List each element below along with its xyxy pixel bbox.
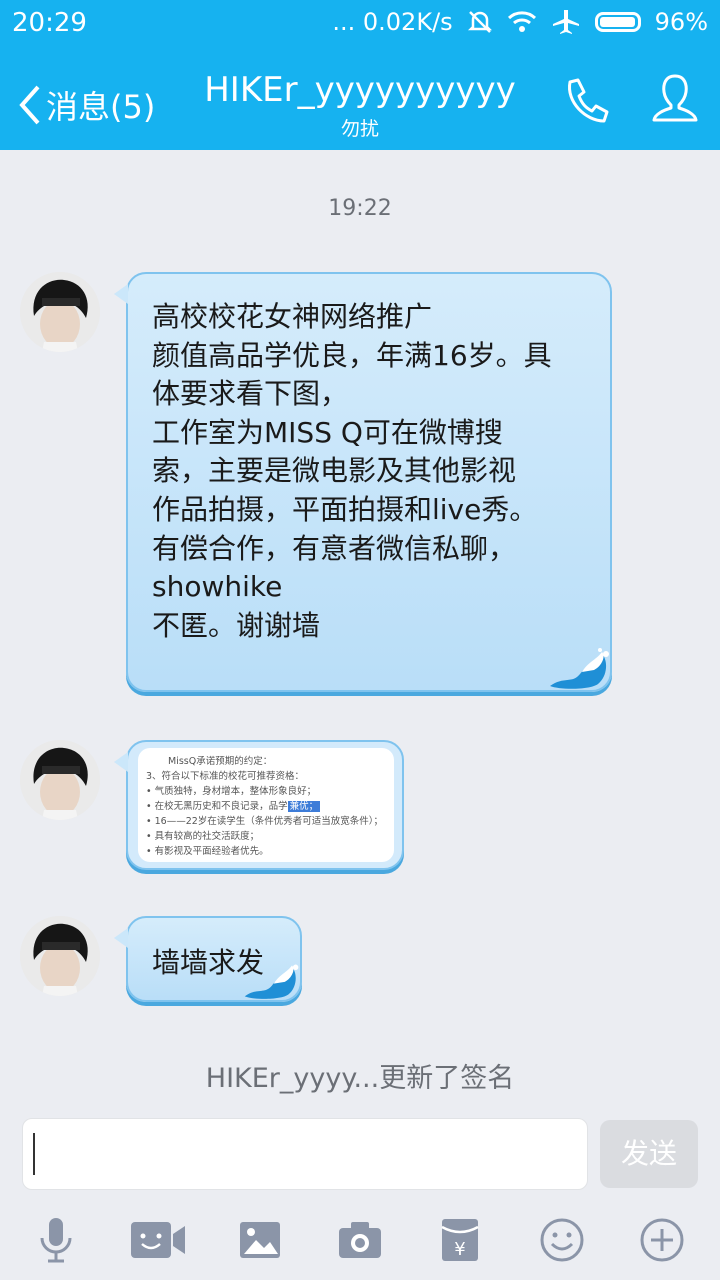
message-line: 索，主要是微电影及其他影视 (152, 454, 517, 488)
top-bar: 20:29 ... 0.02K/s 96% 消息(5) HIKEr_yyyyyy… (0, 0, 720, 150)
message-timestamp: 19:22 (328, 196, 392, 221)
image-line-text: 16——22岁在读学生（条件优秀者可适当放宽条件）； (154, 816, 384, 827)
wave-decoration-icon (550, 648, 609, 689)
input-toolbar: ¥ (0, 1200, 720, 1280)
avatar-image (20, 916, 100, 996)
message-text: 高校校花女神网络推广 颜值高品学优良，年满16岁。具 体要求看下图， 工作室为M… (128, 274, 610, 665)
message-line: 工作室为MISS Q可在微博搜 (152, 415, 503, 449)
battery-icon (594, 12, 641, 32)
message-bubble[interactable]: 高校校花女神网络推广 颜值高品学优良，年满16岁。具 体要求看下图， 工作室为M… (114, 272, 612, 692)
image-button[interactable] (230, 1214, 290, 1266)
message-line: showhike (152, 570, 283, 604)
text-caret (33, 1133, 35, 1175)
signature-update-notice: HIKEr_yyyy...更新了签名 (205, 1063, 515, 1094)
image-message-bubble[interactable]: MissQ承诺预期的约定： 3、符合以下标准的校花可推荐资格： • 气质独特，身… (114, 740, 404, 870)
status-bar: 20:29 ... 0.02K/s 96% (0, 0, 720, 50)
message-line: 体要求看下图， (152, 377, 349, 411)
image-line-text: 具有较高的社交活跃度； (154, 831, 260, 842)
message-line: 不匿。谢谢墙 (152, 608, 321, 642)
nav-bar: 消息(5) HIKEr_yyyyyyyyyy 勿扰 (0, 50, 720, 150)
plus-icon (640, 1218, 684, 1262)
chat-title: HIKEr_yyyyyyyyyy (204, 70, 516, 110)
image-line-text: 在校无黑历史和不良记录，品学 (154, 801, 288, 812)
network-speed: ... 0.02K/s (332, 8, 453, 36)
smiley-icon (540, 1218, 584, 1262)
message-bubble[interactable]: 墙墙求发 (114, 916, 302, 1002)
wave-decoration-icon (244, 964, 299, 999)
image-line: • 气质独特，身材增本，整体形象良好； (146, 786, 317, 797)
message-line: 有偿合作，有意者微信私聊， (152, 531, 517, 565)
avatar-image (20, 272, 100, 352)
emoji-button[interactable] (532, 1214, 592, 1266)
image-thumbnail[interactable]: MissQ承诺预期的约定： 3、符合以下标准的校花可推荐资格： • 气质独特，身… (138, 748, 394, 862)
airplane-icon (552, 10, 579, 34)
image-icon (240, 1222, 280, 1258)
video-button[interactable] (128, 1214, 188, 1266)
phone-icon[interactable] (560, 76, 610, 126)
image-line: • 16——22岁在读学生（条件优秀者可适当放宽条件）； (146, 816, 384, 827)
avatar[interactable] (20, 916, 100, 996)
battery-percent: 96% (654, 8, 708, 36)
image-line-text: 气质独特，身材增本，整体形象良好； (154, 786, 317, 797)
red-packet-button[interactable]: ¥ (430, 1214, 490, 1266)
message-line: 高校校花女神网络推广 (152, 300, 433, 333)
message-line: 作品拍摄，平面拍摄和live秀。 (152, 492, 538, 526)
more-button[interactable] (632, 1214, 692, 1266)
avatar[interactable] (20, 272, 100, 352)
message-input[interactable] (22, 1118, 588, 1190)
red-packet-icon: ¥ (441, 1219, 479, 1261)
image-line: MissQ承诺预期的约定： (168, 756, 273, 767)
mute-bell-icon (467, 11, 492, 33)
avatar-image (20, 740, 100, 820)
camera-icon (339, 1222, 381, 1258)
image-line-text: 有影视及平面经验者优先。 (154, 846, 269, 857)
status-time: 20:29 (12, 8, 87, 38)
profile-icon[interactable] (650, 72, 700, 126)
chat-subtitle: 勿扰 (340, 118, 379, 140)
image-line: 3、符合以下标准的校花可推荐资格： (146, 771, 305, 782)
svg-text:¥: ¥ (454, 1239, 465, 1260)
send-button[interactable]: 发送 (600, 1120, 698, 1188)
camera-button[interactable] (330, 1214, 390, 1266)
image-line: • 有影视及平面经验者优先。 (146, 846, 269, 857)
image-line: • 具有较高的社交活跃度； (146, 831, 260, 842)
avatar[interactable] (20, 740, 100, 820)
image-line: • 在校无黑历史和不良记录，品学 兼优； (146, 801, 321, 812)
video-camera-icon (131, 1222, 185, 1258)
image-highlight: 兼优； (287, 801, 321, 812)
status-right: ... 0.02K/s 96% (332, 8, 708, 36)
wifi-icon (507, 11, 536, 32)
microphone-icon (40, 1218, 72, 1263)
message-line: 颜值高品学优良，年满16岁。具 (152, 338, 552, 372)
voice-button[interactable] (26, 1214, 86, 1266)
